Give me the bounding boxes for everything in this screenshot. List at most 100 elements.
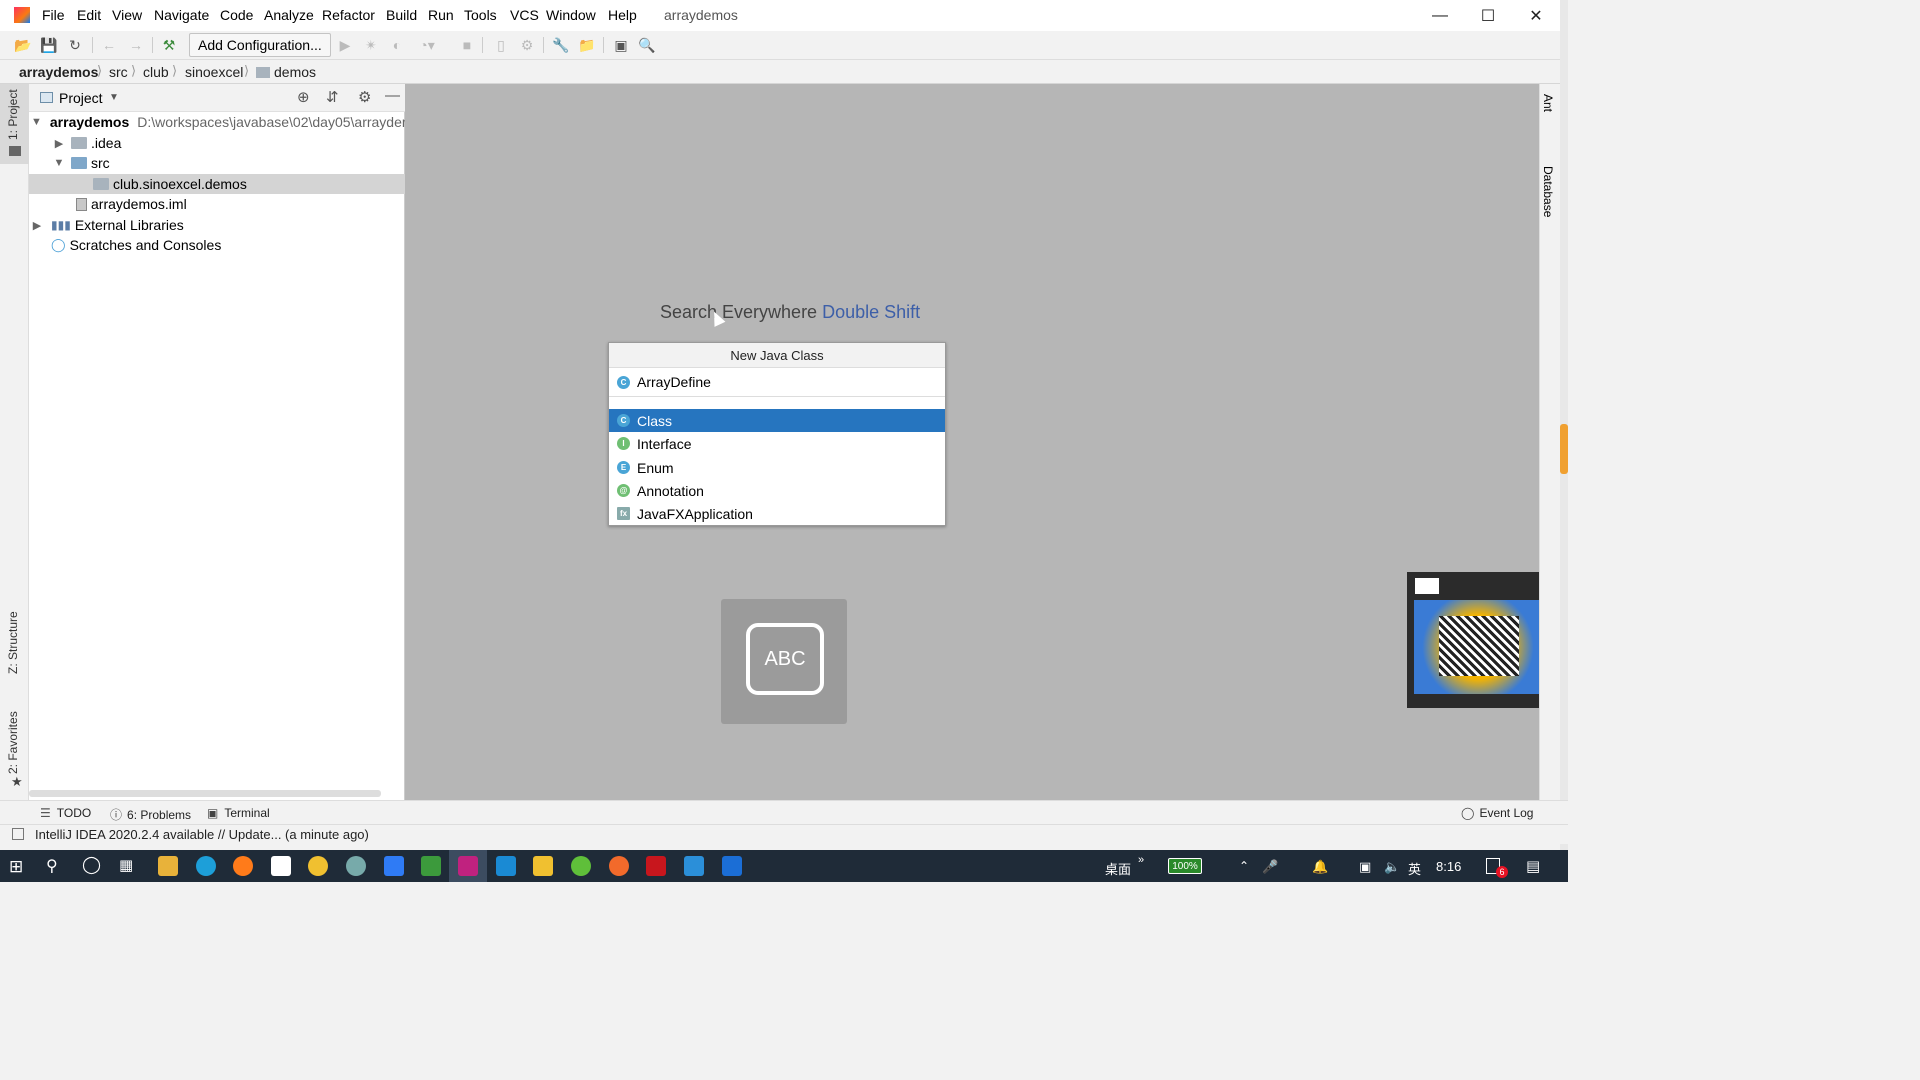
menu-vcs[interactable]: VCS [510, 7, 539, 23]
coverage-icon[interactable]: ◐ [386, 35, 408, 55]
tree-item-iml[interactable]: arraydemos.iml [29, 194, 405, 214]
menu-window[interactable]: Window [546, 7, 596, 23]
app-icon[interactable] [346, 856, 366, 876]
vcs-commit-icon[interactable]: ⚙ [516, 35, 538, 55]
tree-item-arraydemos[interactable]: ▼ arraydemos D:\workspaces\javabase\02\d… [29, 112, 405, 132]
app-icon[interactable] [533, 856, 553, 876]
menu-analyze[interactable]: Analyze [264, 7, 314, 23]
battery-indicator[interactable]: 100% [1168, 858, 1202, 874]
editor-area[interactable]: Search Everywhere Double Shift [405, 84, 1539, 800]
start-windows-icon[interactable]: ⊞ [9, 857, 23, 877]
chevron-down-icon[interactable]: ▼ [109, 92, 119, 103]
app-logo-icon[interactable] [14, 7, 30, 23]
tab-project[interactable]: 1: Project [6, 89, 20, 140]
app-icon[interactable] [684, 856, 704, 876]
notifications-icon[interactable]: ▤ [1526, 857, 1540, 875]
kind-option-javafx[interactable]: fx JavaFXApplication [609, 502, 945, 525]
sync-icon[interactable]: ↻ [64, 35, 86, 55]
gear-icon[interactable]: ⚙ [358, 88, 371, 106]
menu-help[interactable]: Help [608, 7, 637, 23]
show-hidden-icons-icon[interactable]: ⌃ [1239, 859, 1249, 873]
app-icon[interactable] [384, 856, 404, 876]
app-icon[interactable] [646, 856, 666, 876]
save-icon[interactable]: 💾 [38, 35, 60, 55]
tree-item-idea[interactable]: ▶ .idea [29, 133, 405, 153]
tab-favorites[interactable]: 2: Favorites [6, 711, 20, 774]
tab-database[interactable]: Database [1541, 166, 1555, 217]
profile-icon[interactable]: ◔▾ [416, 35, 438, 55]
toggle-tool-windows-icon[interactable] [12, 828, 24, 840]
project-view-selector[interactable]: Project [59, 90, 103, 106]
chevron-up-icon[interactable]: » [1138, 854, 1144, 866]
add-configuration-button[interactable]: Add Configuration... [189, 33, 331, 57]
minimize-button[interactable]: — [1416, 0, 1464, 31]
tree-item-external-libraries[interactable]: ▶ ▮▮▮ External Libraries [29, 215, 405, 235]
menu-navigate[interactable]: Navigate [154, 7, 209, 23]
app-icon[interactable] [421, 856, 441, 876]
stop-icon[interactable]: ■ [456, 35, 478, 55]
volume-icon[interactable]: 🔈 [1384, 859, 1400, 875]
network-icon[interactable]: ▣ [1359, 859, 1371, 875]
intellij-icon[interactable] [458, 856, 478, 876]
tree-item-src[interactable]: ▼ src [29, 153, 405, 173]
vscode-icon[interactable] [496, 856, 516, 876]
settings-wrench-icon[interactable]: 🔧 [550, 35, 572, 55]
menu-run[interactable]: Run [428, 7, 454, 23]
tab-terminal[interactable]: ▣ Terminal [207, 806, 270, 820]
microphone-icon[interactable]: 🎤 [1262, 859, 1278, 875]
app-icon[interactable] [722, 856, 742, 876]
tree-item-package[interactable]: club.sinoexcel.demos [29, 174, 405, 194]
vcs-update-icon[interactable]: ▯ [490, 35, 512, 55]
search-icon[interactable]: 🔍 [636, 35, 658, 55]
cortana-icon[interactable]: ◯ [82, 855, 101, 875]
status-message[interactable]: IntelliJ IDEA 2020.2.4 available // Upda… [35, 827, 369, 842]
edge-icon[interactable] [196, 856, 216, 876]
input-language-indicator[interactable]: 英 [1408, 859, 1421, 878]
build-hammer-icon[interactable]: ⚒ [158, 35, 180, 55]
task-view-icon[interactable]: ▦ [119, 856, 133, 874]
terminal-window-icon[interactable]: ▣ [610, 35, 632, 55]
tab-ant[interactable]: Ant [1541, 94, 1555, 112]
kind-option-enum[interactable]: E Enum [609, 456, 945, 479]
firefox-icon[interactable] [233, 856, 253, 876]
menu-code[interactable]: Code [220, 7, 253, 23]
menu-tools[interactable]: Tools [464, 7, 497, 23]
file-explorer-icon[interactable] [158, 856, 178, 876]
forward-icon[interactable]: → [125, 35, 147, 55]
breadcrumb-item[interactable]: src [109, 64, 128, 80]
maximize-button[interactable]: ☐ [1464, 0, 1512, 31]
run-icon[interactable]: ▶ [334, 35, 356, 55]
menu-edit[interactable]: Edit [77, 7, 101, 23]
breadcrumb-item[interactable]: sinoexcel [185, 64, 243, 80]
project-structure-icon[interactable]: 📁 [576, 35, 598, 55]
breadcrumb-item[interactable]: demos [274, 64, 316, 80]
desktop-toolbar-label[interactable]: 桌面 [1105, 859, 1131, 878]
breadcrumb-item[interactable]: club [143, 64, 169, 80]
class-name-input[interactable]: C ArrayDefine [609, 368, 945, 397]
menu-build[interactable]: Build [386, 7, 417, 23]
collapse-all-icon[interactable]: ⇵ [326, 88, 339, 106]
app-icon[interactable] [308, 856, 328, 876]
kind-option-interface[interactable]: I Interface [609, 432, 945, 455]
menu-file[interactable]: File [42, 7, 65, 23]
kind-option-class[interactable]: C Class [609, 409, 945, 432]
vertical-scrollbar[interactable] [1560, 0, 1568, 882]
debug-icon[interactable]: ✴ [360, 35, 382, 55]
menu-refactor[interactable]: Refactor [322, 7, 375, 23]
kind-option-annotation[interactable]: @ Annotation [609, 479, 945, 502]
clock-time[interactable]: 8:16 [1436, 859, 1461, 874]
menu-view[interactable]: View [112, 7, 142, 23]
back-icon[interactable]: ← [98, 35, 120, 55]
hide-panel-icon[interactable]: — [385, 87, 400, 104]
breadcrumb-item[interactable]: arraydemos [19, 64, 98, 80]
open-folder-icon[interactable]: 📂 [12, 35, 34, 55]
app-icon[interactable] [609, 856, 629, 876]
tab-event-log[interactable]: ◯ Event Log [1461, 806, 1533, 820]
close-button[interactable]: ✕ [1512, 0, 1560, 31]
app-icon[interactable] [571, 856, 591, 876]
horizontal-scrollbar[interactable] [29, 790, 381, 797]
locate-icon[interactable]: ⊕ [297, 88, 310, 106]
tab-todo[interactable]: ☰ TODO [40, 806, 91, 820]
app-icon[interactable] [271, 856, 291, 876]
search-icon[interactable]: ⚲ [46, 856, 58, 876]
